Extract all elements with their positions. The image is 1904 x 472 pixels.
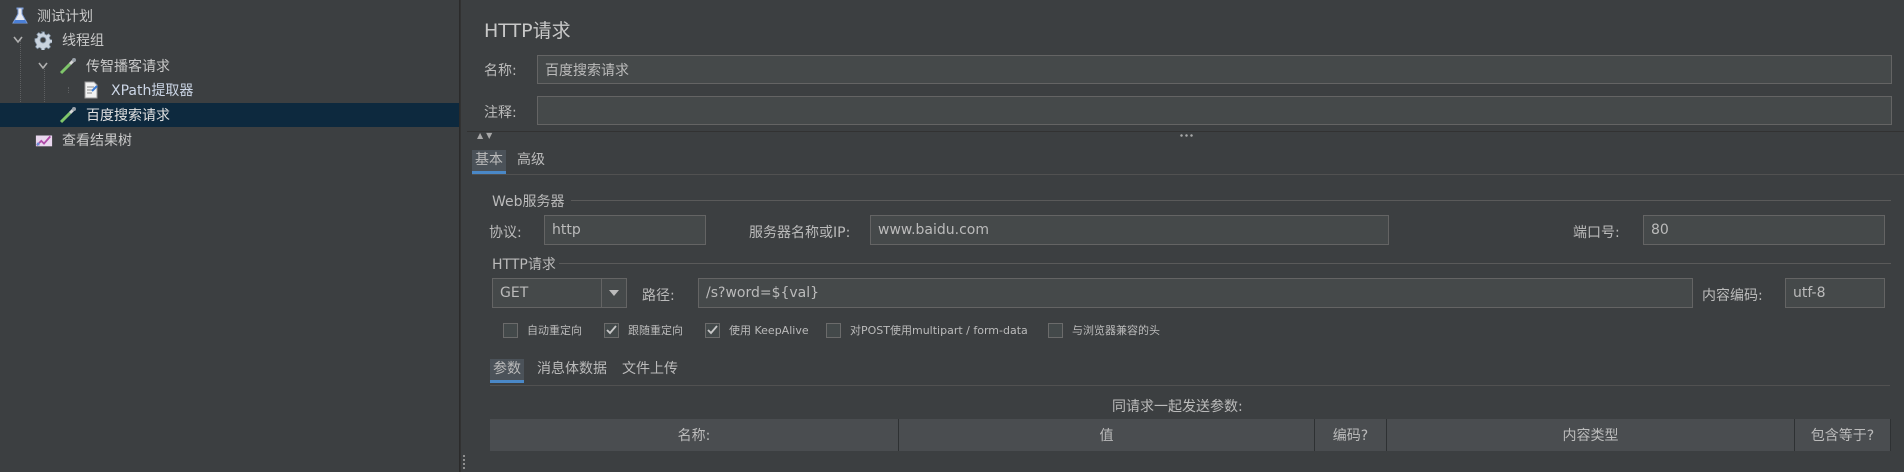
http-request-group-title: HTTP请求 <box>492 257 556 273</box>
group-divider <box>571 200 1891 201</box>
splitter-arrows-icon[interactable]: ▲▼ <box>477 131 495 140</box>
params-caption: 同请求一起发送参数: <box>1112 399 1243 415</box>
check-icon <box>606 325 617 335</box>
tree-item-baidu-request[interactable]: 百度搜索请求 <box>0 103 459 127</box>
flask-icon <box>11 7 29 25</box>
document-icon <box>82 81 100 99</box>
checkbox-box[interactable] <box>826 322 841 338</box>
follow-redirect-checkbox[interactable]: 跟随重定向 <box>604 322 683 338</box>
subtab-underline <box>490 385 1890 386</box>
tab-file-upload[interactable]: 文件上传 <box>619 359 681 380</box>
keepalive-checkbox[interactable]: 使用 KeepAlive <box>705 322 809 338</box>
tab-basic[interactable]: 基本 <box>472 150 506 174</box>
multipart-checkbox[interactable]: 对POST使用multipart / form-data <box>826 322 1028 338</box>
split-pane-divider[interactable] <box>460 0 467 472</box>
divider-grip[interactable] <box>463 455 465 469</box>
checkbox-box[interactable] <box>1048 322 1063 338</box>
tree-item-label: XPath提取器 <box>111 83 194 99</box>
auto-redirect-checkbox[interactable]: 自动重定向 <box>503 322 582 338</box>
chevron-down-icon[interactable] <box>601 278 627 308</box>
checkbox-box[interactable] <box>503 322 518 338</box>
tree-item-xpath-extractor[interactable]: XPath提取器 <box>0 78 459 102</box>
tree-item-label: 查看结果树 <box>62 133 132 149</box>
chevron-down-icon[interactable] <box>38 61 48 71</box>
column-header-value[interactable]: 值 <box>899 419 1315 451</box>
panel-title: HTTP请求 <box>484 20 571 42</box>
chevron-down-icon[interactable] <box>13 35 23 45</box>
group-divider <box>559 263 1891 264</box>
server-field[interactable]: www.baidu.com <box>870 215 1389 245</box>
tree-item-label: 线程组 <box>62 33 104 49</box>
column-header-include-equals[interactable]: 包含等于? <box>1795 419 1891 451</box>
tree-item-label: 传智播客请求 <box>86 59 170 75</box>
tab-body-data[interactable]: 消息体数据 <box>534 359 610 380</box>
checkbox-label: 使用 KeepAlive <box>729 324 809 337</box>
protocol-field[interactable]: http <box>544 215 706 245</box>
tree-item-test-plan[interactable]: 测试计划 <box>0 4 459 28</box>
checkbox-label: 自动重定向 <box>527 324 582 337</box>
pipette-icon <box>59 106 77 124</box>
tree-item-thread-group[interactable]: 线程组 <box>0 28 459 52</box>
gear-icon <box>34 31 52 50</box>
tree-item-results-tree[interactable]: 查看结果树 <box>0 128 459 152</box>
protocol-label: 协议: <box>489 225 522 241</box>
chart-icon <box>35 131 53 149</box>
tab-parameters[interactable]: 参数 <box>490 359 524 383</box>
splitter-dots-icon[interactable] <box>1179 134 1193 137</box>
comment-label: 注释: <box>484 105 517 121</box>
column-header-encode[interactable]: 编码? <box>1315 419 1387 451</box>
column-header-content-type[interactable]: 内容类型 <box>1387 419 1795 451</box>
tab-underline <box>472 174 1904 175</box>
encoding-label: 内容编码: <box>1702 288 1763 304</box>
check-icon <box>707 325 718 335</box>
pipette-icon <box>59 57 77 75</box>
checkbox-label: 与浏览器兼容的头 <box>1072 324 1160 337</box>
checkbox-label: 对POST使用multipart / form-data <box>850 324 1028 337</box>
checkbox-box[interactable] <box>604 322 619 338</box>
comment-field[interactable] <box>537 96 1892 125</box>
name-label: 名称: <box>484 63 517 79</box>
tree-item-http-request[interactable]: 传智播客请求 <box>0 54 459 78</box>
path-field[interactable]: /s?word=${val} <box>698 278 1693 308</box>
tab-advanced[interactable]: 高级 <box>514 150 548 171</box>
browser-headers-checkbox[interactable]: 与浏览器兼容的头 <box>1048 322 1160 338</box>
encoding-field[interactable]: utf-8 <box>1785 278 1885 308</box>
method-select[interactable]: GET <box>492 278 602 308</box>
test-plan-tree[interactable]: 测试计划 线程组 传智播客请求 XPath提取器 百度搜索请求 查看结果树 <box>0 0 460 472</box>
http-request-panel: HTTP请求 名称: 百度搜索请求 注释: ▲▼ 基本 高级 Web服务器 协议… <box>467 0 1904 472</box>
name-field[interactable]: 百度搜索请求 <box>537 55 1892 84</box>
checkbox-label: 跟随重定向 <box>628 324 683 337</box>
port-field[interactable]: 80 <box>1643 215 1885 245</box>
tree-item-label: 测试计划 <box>37 9 93 25</box>
port-label: 端口号: <box>1573 225 1620 241</box>
path-label: 路径: <box>642 288 675 304</box>
web-server-group-title: Web服务器 <box>492 194 565 210</box>
tree-item-label: 百度搜索请求 <box>86 108 170 124</box>
server-label: 服务器名称或IP: <box>749 225 851 241</box>
checkbox-box[interactable] <box>705 322 720 338</box>
column-header-name[interactable]: 名称: <box>490 419 899 451</box>
